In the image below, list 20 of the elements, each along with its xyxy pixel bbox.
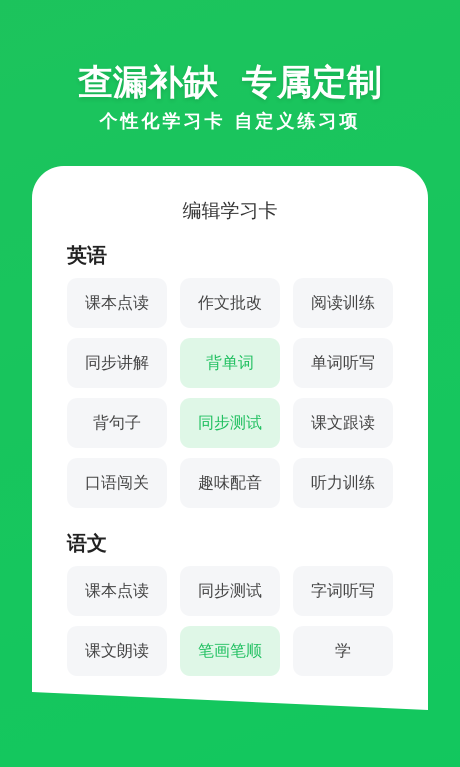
practice-option[interactable]: 课文朗读 xyxy=(67,626,167,676)
practice-option[interactable]: 同步测试 xyxy=(180,566,280,616)
headline: 查漏补缺 专属定制 xyxy=(78,62,382,104)
practice-option[interactable]: 单词听写 xyxy=(293,338,393,388)
practice-option[interactable]: 听力训练 xyxy=(293,458,393,508)
subheadline: 个性化学习卡 自定义练习项 xyxy=(99,110,361,134)
practice-option[interactable]: 课文跟读 xyxy=(293,398,393,448)
practice-option[interactable]: 趣味配音 xyxy=(180,458,280,508)
practice-option[interactable]: 学 xyxy=(293,626,393,676)
practice-option[interactable]: 同步讲解 xyxy=(67,338,167,388)
section-heading: 语文 xyxy=(67,530,108,556)
practice-option[interactable]: 课本点读 xyxy=(67,566,167,616)
card-title: 编辑学习卡 xyxy=(182,199,278,224)
practice-option[interactable]: 字词听写 xyxy=(293,566,393,616)
practice-option[interactable]: 作文批改 xyxy=(180,278,280,328)
practice-option[interactable]: 口语闯关 xyxy=(67,458,167,508)
practice-option[interactable]: 背句子 xyxy=(67,398,167,448)
practice-option[interactable]: 阅读训练 xyxy=(293,278,393,328)
section-heading: 英语 xyxy=(67,242,108,268)
practice-option[interactable]: 课本点读 xyxy=(67,278,167,328)
